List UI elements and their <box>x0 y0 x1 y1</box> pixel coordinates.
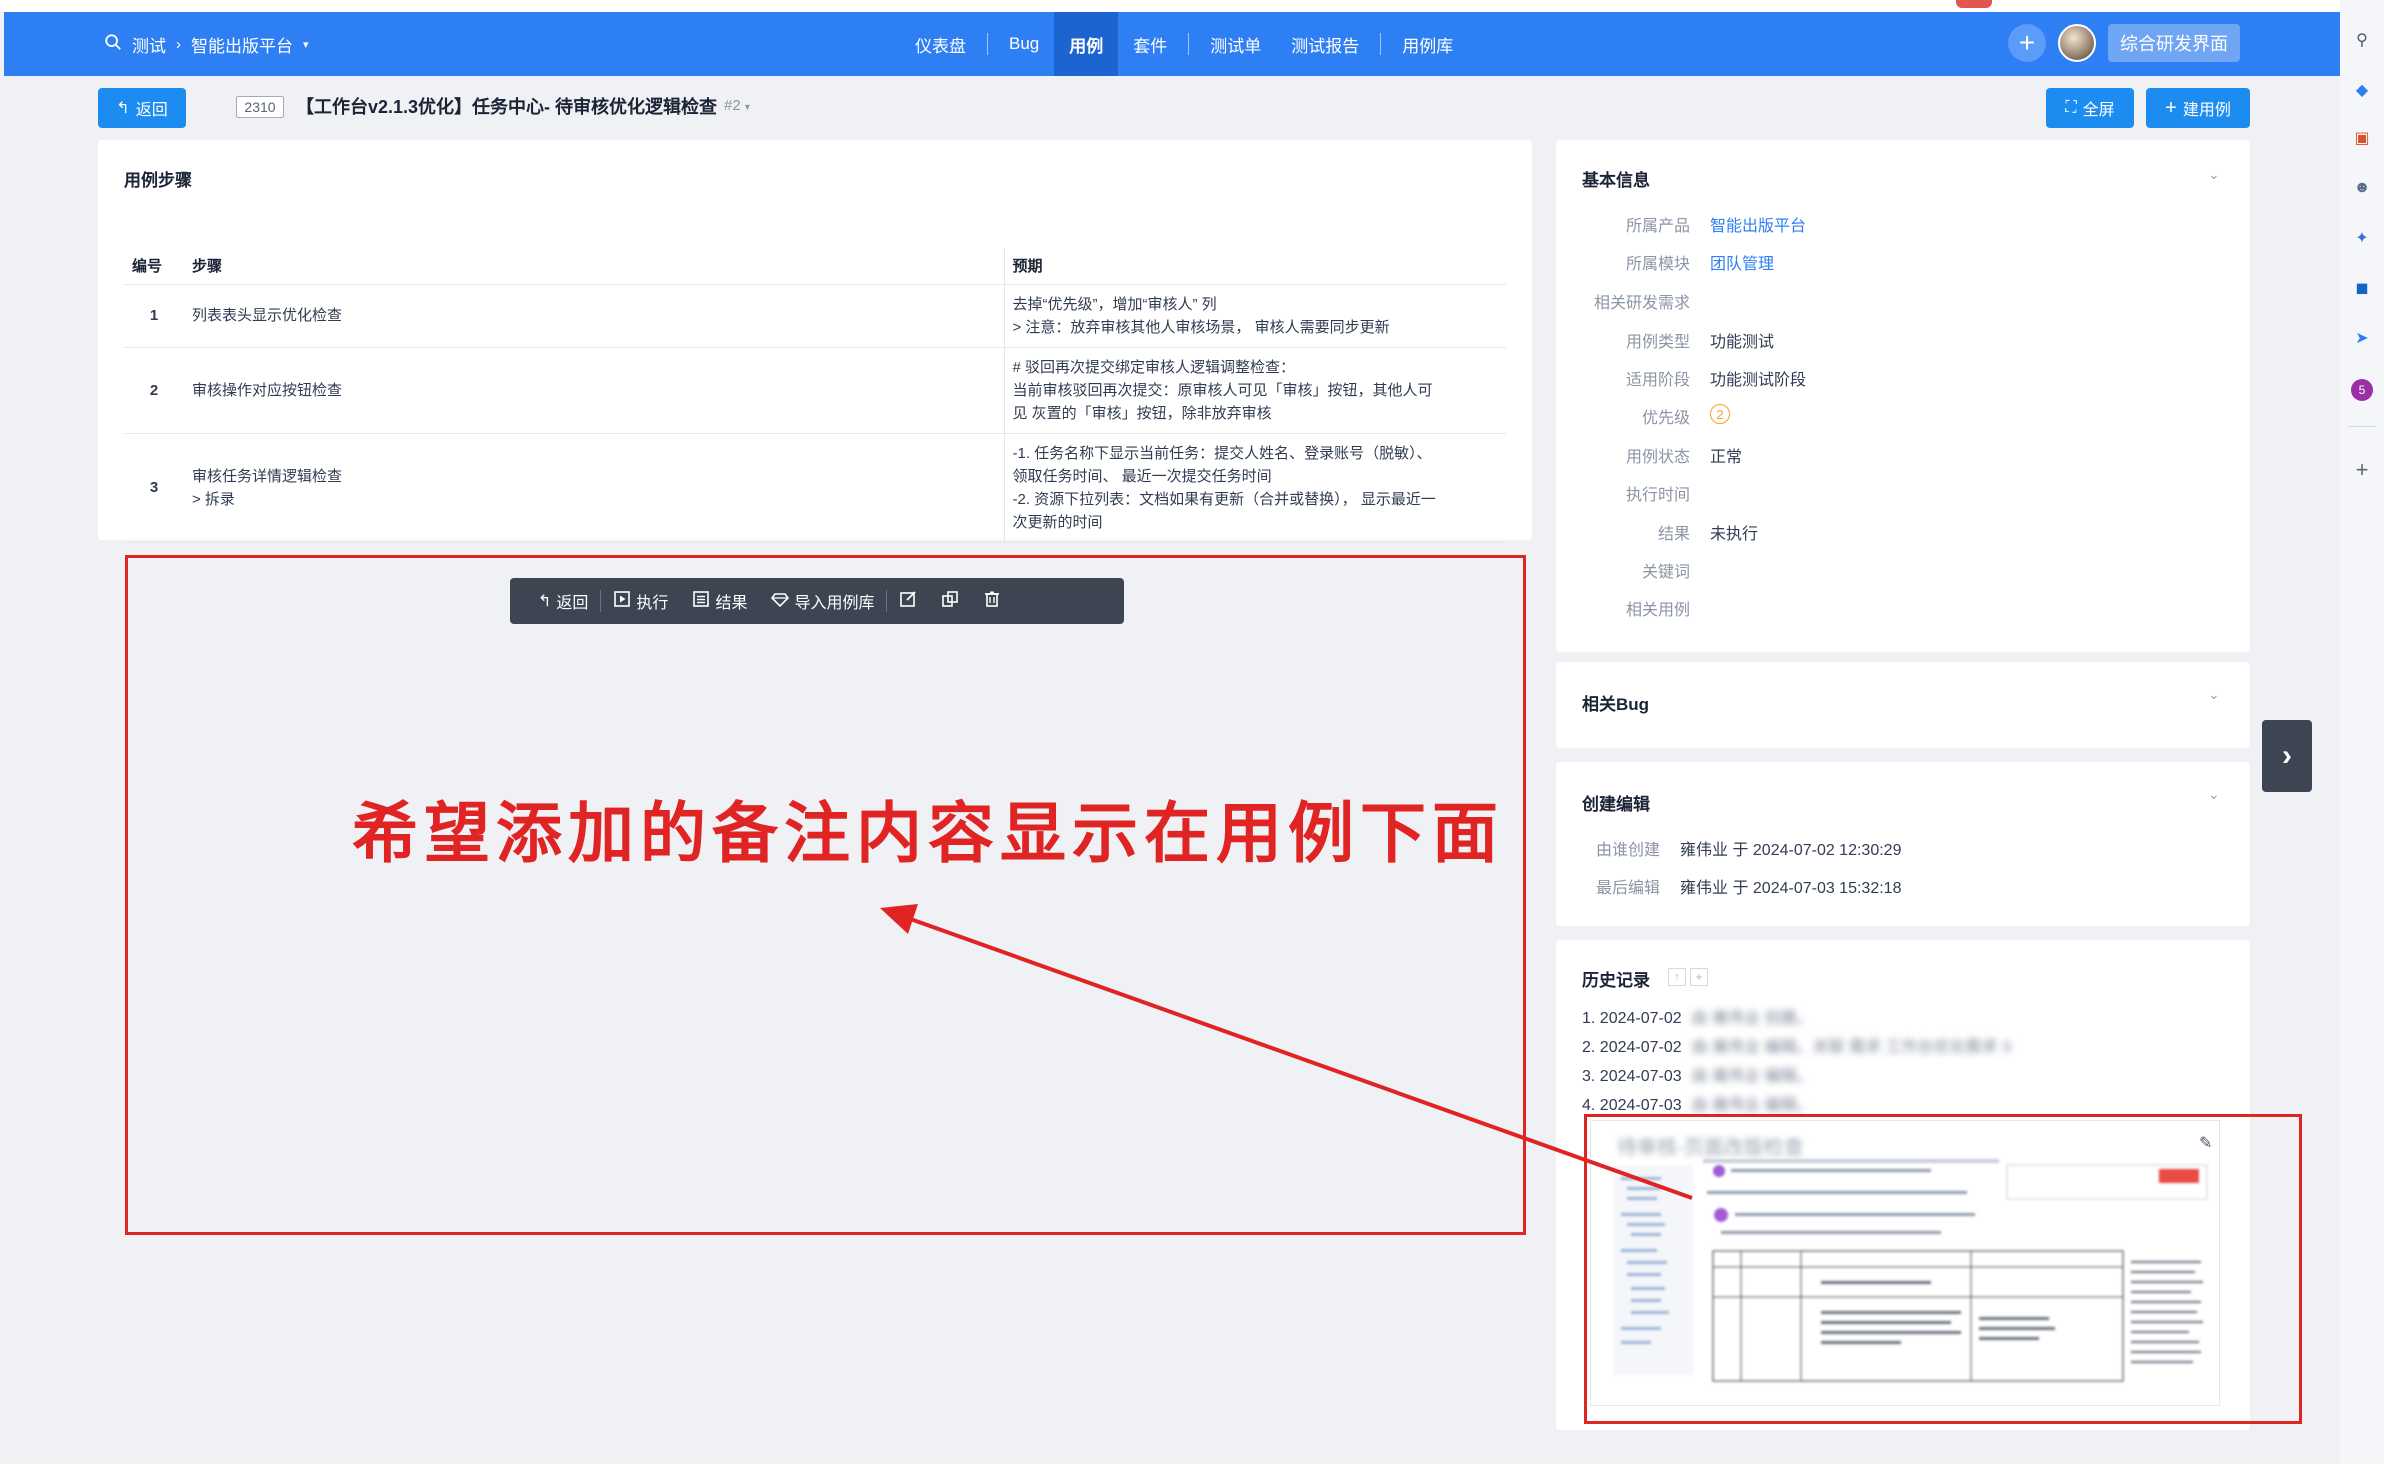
annotation-arrow <box>880 904 1693 1200</box>
outlook-icon[interactable]: ◼ <box>2350 276 2374 300</box>
people-icon[interactable]: ☻ <box>2350 176 2374 200</box>
search-icon[interactable]: ⚲ <box>2350 28 2374 52</box>
browser-sidebar: ⚲ ◆ ▣ ☻ ✦ ◼ ➤ 5 + <box>2340 0 2384 1464</box>
sidebar-badge-count: 5 <box>2351 379 2373 401</box>
toolbox-icon[interactable]: ▣ <box>2350 126 2374 150</box>
notification-badge-icon[interactable]: 5 <box>2350 378 2374 402</box>
chevron-right-icon: › <box>2282 739 2292 772</box>
copilot-icon[interactable]: ✦ <box>2350 226 2374 250</box>
sidebar-divider <box>2348 426 2376 427</box>
send-icon[interactable]: ➤ <box>2350 326 2374 350</box>
side-toggle-button[interactable]: › <box>2262 720 2312 792</box>
add-icon[interactable]: + <box>2350 457 2374 482</box>
tag-icon[interactable]: ◆ <box>2350 78 2374 102</box>
